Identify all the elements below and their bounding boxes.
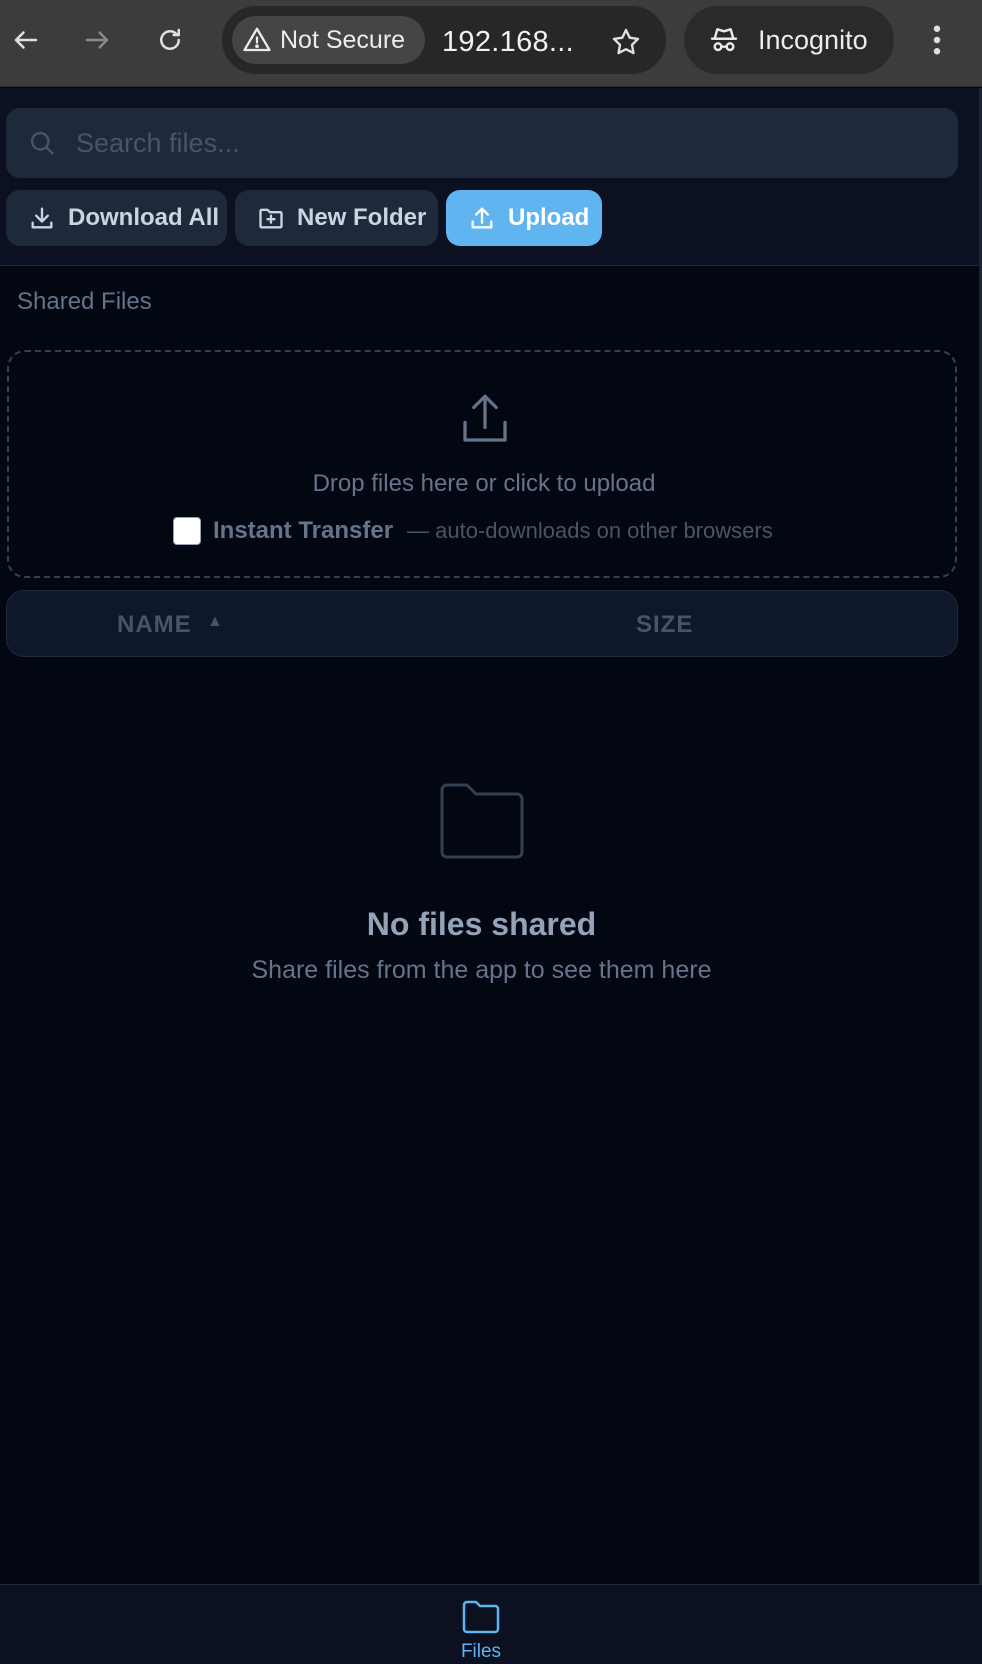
incognito-icon xyxy=(710,28,738,52)
bookmark-star-icon[interactable] xyxy=(610,26,642,58)
search-bar xyxy=(6,108,958,178)
page: Not Secure 192.168... Incognito Download… xyxy=(0,0,982,1664)
back-button[interactable] xyxy=(6,20,46,60)
download-all-label: Download All xyxy=(68,204,220,231)
security-chip[interactable]: Not Secure xyxy=(232,16,425,64)
reload-button[interactable] xyxy=(150,20,190,60)
browser-toolbar: Not Secure 192.168... Incognito xyxy=(0,0,982,87)
sort-ascending-icon: ▲ xyxy=(207,613,223,630)
warning-icon xyxy=(243,27,271,52)
empty-state-title: No files shared xyxy=(366,906,597,942)
profile-label: Incognito xyxy=(758,24,868,55)
folder-plus-icon xyxy=(259,208,283,229)
instant-transfer-hint: — auto-downloads on other browsers xyxy=(407,518,773,543)
upload-icon xyxy=(471,207,493,229)
folder-icon xyxy=(462,1600,500,1634)
search-input[interactable] xyxy=(76,108,936,178)
bottom-navigation: Files xyxy=(0,1584,982,1664)
search-icon xyxy=(30,131,54,155)
upload-label: Upload xyxy=(508,204,590,231)
address-bar[interactable]: Not Secure 192.168... xyxy=(222,6,666,74)
dropzone-text: Drop files here or click to upload xyxy=(312,470,656,497)
back-arrow-icon xyxy=(14,31,38,49)
nav-tab-files[interactable]: Files xyxy=(441,1595,521,1664)
new-folder-label: New Folder xyxy=(297,204,427,231)
url-text[interactable]: 192.168... xyxy=(442,26,574,59)
upload-dropzone[interactable]: Drop files here or click to upload Insta… xyxy=(7,350,957,578)
nav-tab-files-label: Files xyxy=(460,1641,502,1662)
download-icon xyxy=(31,207,53,229)
new-folder-button[interactable]: New Folder xyxy=(235,190,438,246)
reload-icon xyxy=(160,28,180,50)
size-column-header[interactable]: SIZE xyxy=(636,611,693,639)
instant-transfer-label[interactable]: Instant Transfer xyxy=(213,517,393,545)
app-header: Download All New Folder Upload xyxy=(0,88,982,266)
empty-folder-icon xyxy=(440,783,524,859)
upload-button[interactable]: Upload xyxy=(446,190,602,246)
instant-transfer-option: Instant Transfer — auto-downloads on oth… xyxy=(173,514,773,548)
download-all-button[interactable]: Download All xyxy=(6,190,227,246)
upload-tray-icon xyxy=(463,394,507,442)
file-table-header: NAME ▲ SIZE xyxy=(6,590,958,657)
forward-button[interactable] xyxy=(77,20,117,60)
section-title: Shared Files xyxy=(17,288,152,315)
instant-transfer-checkbox[interactable] xyxy=(173,517,201,545)
incognito-profile-button[interactable]: Incognito xyxy=(684,6,894,74)
security-label: Not Secure xyxy=(280,25,406,54)
forward-arrow-icon xyxy=(85,31,109,49)
more-options-icon[interactable] xyxy=(922,20,952,60)
empty-state-subtitle: Share files from the app to see them her… xyxy=(251,956,712,984)
name-column-header[interactable]: NAME xyxy=(117,611,192,639)
